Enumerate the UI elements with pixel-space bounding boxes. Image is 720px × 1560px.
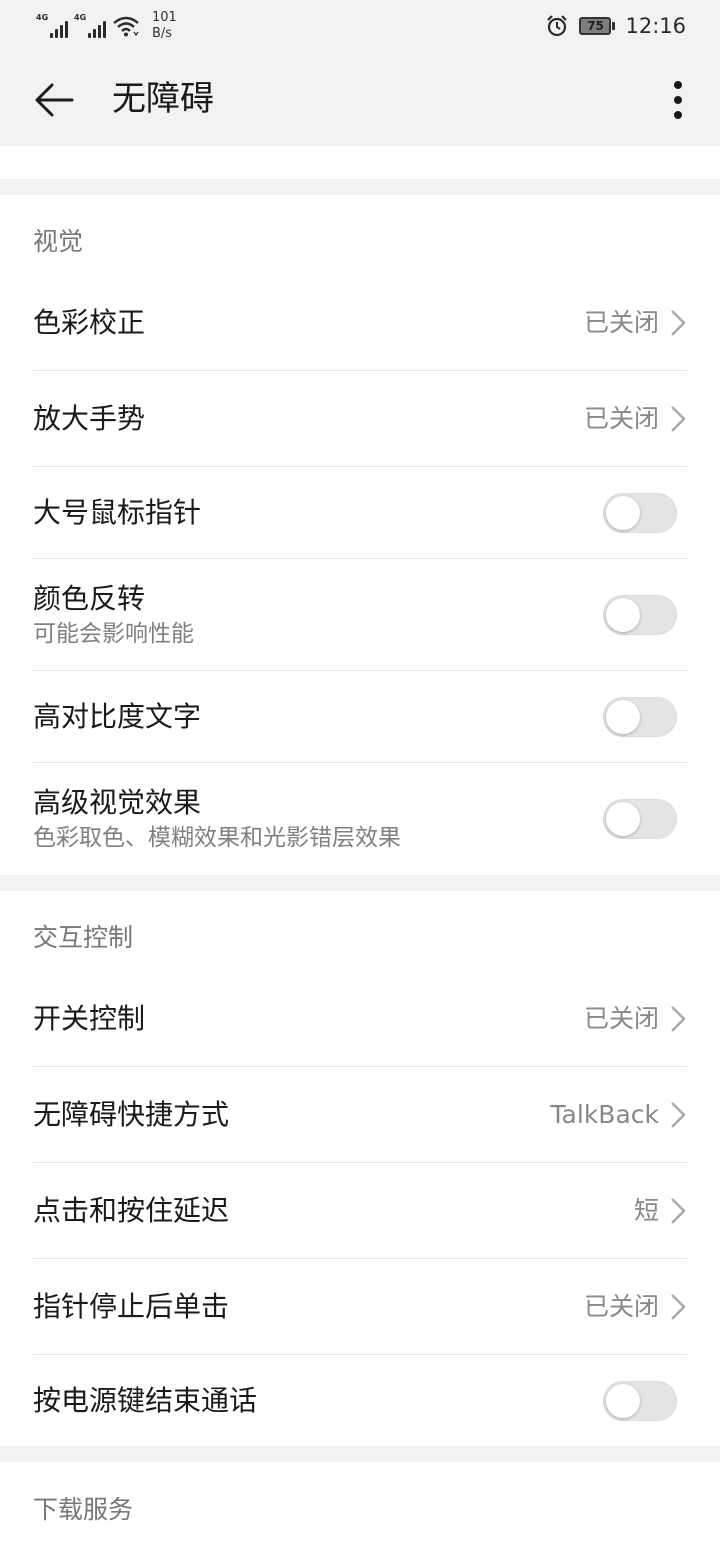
item-title: 无障碍快捷方式 [33,1097,230,1131]
list-item-accessibility-shortcut[interactable]: 无障碍快捷方式 TalkBack [33,1067,687,1163]
more-vertical-icon [674,81,682,119]
battery-icon: 75 [579,17,616,35]
list-item-high-contrast-text: 高对比度文字 [33,671,687,763]
clock: 12:16 [625,14,686,38]
color-inversion-toggle[interactable] [603,594,677,635]
item-title: 放大手势 [33,401,146,435]
back-button[interactable] [28,74,80,126]
network-speed: 101 B/s [152,10,177,42]
item-title: 色彩校正 [33,305,146,339]
section-header-vision: 视觉 [33,227,84,256]
section-gap [0,179,720,195]
alarm-icon [547,15,568,37]
item-value: 已关闭 [583,1291,659,1321]
item-title: 高级视觉效果 [33,786,202,819]
battery-level: 75 [579,17,612,35]
list-item-switch-control[interactable]: 开关控制 已关闭 [33,971,687,1067]
item-value: 短 [633,1195,659,1225]
list-item-touch-hold-delay[interactable]: 点击和按住延迟 短 [33,1163,687,1259]
chevron-right-icon [671,1005,686,1032]
high-contrast-toggle[interactable] [603,696,677,737]
more-options-button[interactable] [658,74,698,126]
item-title: 颜色反转 [33,581,146,615]
chevron-right-icon [671,405,686,432]
app-bar: 无障碍 [0,52,720,146]
arrow-left-icon [35,83,74,117]
item-title: 按电源键结束通话 [33,1383,258,1417]
item-title: 点击和按住延迟 [33,1193,230,1227]
status-left: 4G 4G 101 B/s [36,8,177,44]
speed-unit: B/s [152,26,173,41]
section-gap [0,875,720,891]
advanced-visual-toggle[interactable] [603,799,677,839]
signal-icon: 4G [74,14,106,38]
signal-label: 4G [74,13,87,22]
power-ends-call-toggle[interactable] [603,1380,677,1421]
item-title: 大号鼠标指针 [33,495,202,529]
large-pointer-toggle[interactable] [603,492,677,533]
list-item-color-correction[interactable]: 色彩校正 已关闭 [33,275,687,371]
section-header-download: 下载服务 [33,1495,134,1524]
list-item-power-ends-call: 按电源键结束通话 [33,1355,687,1446]
wifi-icon [113,16,139,37]
item-title: 高对比度文字 [33,699,202,733]
section-gap [0,1446,720,1462]
list-item-advanced-visual-effects: 高级视觉效果 色彩取色、模糊效果和光影错层效果 [33,763,687,875]
status-bar: 4G 4G 101 B/s 75 12:16 [0,0,720,52]
item-value: 已关闭 [583,403,659,433]
item-subtitle: 色彩取色、模糊效果和光影错层效果 [33,825,401,851]
chevron-right-icon [671,1197,686,1224]
list-item-color-inversion: 颜色反转 可能会影响性能 [33,559,687,671]
item-value: 已关闭 [583,1003,659,1033]
item-subtitle: 可能会影响性能 [33,620,194,647]
item-title: 开关控制 [33,1001,146,1035]
chevron-right-icon [671,1101,686,1128]
item-value: 已关闭 [583,307,659,337]
chevron-right-icon [671,1293,686,1320]
signal-icon: 4G [36,14,68,38]
signal-label: 4G [36,13,49,22]
section-header-interaction: 交互控制 [33,923,134,952]
list-item-dwell-click[interactable]: 指针停止后单击 已关闭 [33,1259,687,1355]
list-item-magnification[interactable]: 放大手势 已关闭 [33,371,687,467]
item-title: 指针停止后单击 [33,1289,230,1323]
status-right: 75 12:16 [545,10,686,42]
page-title: 无障碍 [112,79,214,119]
chevron-right-icon [671,309,686,336]
list-item-large-pointer: 大号鼠标指针 [33,467,687,559]
item-value: TalkBack [550,1099,659,1129]
speed-value: 101 [152,10,177,25]
